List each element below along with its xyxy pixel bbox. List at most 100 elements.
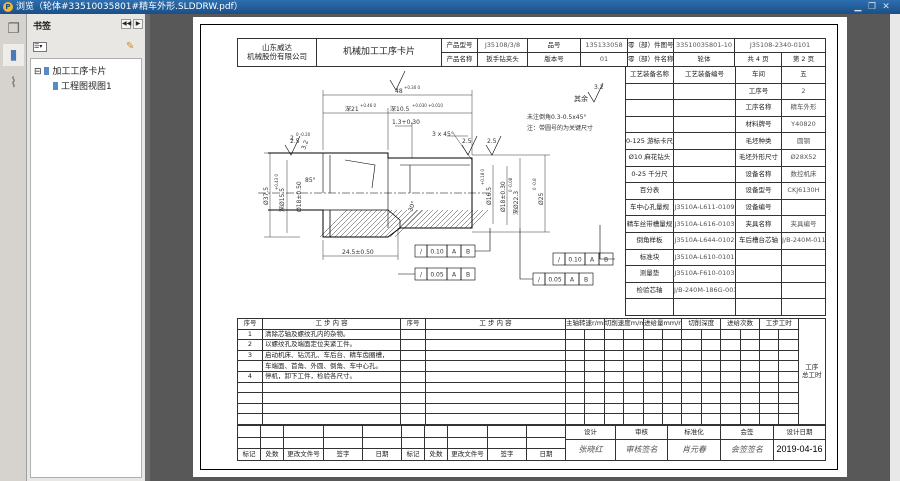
table-row: 3 启动机床、钻沉孔、车后台、精车齿圈槽， bbox=[237, 349, 826, 362]
table-cell bbox=[681, 339, 702, 351]
table-cell bbox=[758, 402, 780, 415]
table-cell: 数控机床 bbox=[781, 165, 826, 184]
table-cell bbox=[642, 392, 663, 404]
table-cell bbox=[603, 339, 625, 351]
table-cell bbox=[739, 402, 760, 415]
step-number: 3 bbox=[237, 349, 263, 362]
table-cell bbox=[700, 392, 722, 404]
signoff-label: 会签 bbox=[720, 425, 774, 440]
table-cell bbox=[623, 392, 644, 404]
header-cell: 车间 bbox=[735, 66, 782, 84]
header-no: 序号 bbox=[237, 318, 263, 330]
card-title: 机械加工工序卡片 bbox=[316, 38, 442, 67]
restore-button[interactable]: ❐ bbox=[866, 1, 878, 13]
table-cell bbox=[323, 436, 363, 450]
expand-right-icon[interactable]: ▶ bbox=[133, 19, 143, 29]
table-cell bbox=[700, 381, 722, 394]
table-cell bbox=[400, 328, 426, 341]
title-block: 山东威达 机械股份有限公司 机械加工工序卡片 产品型号 J35108/3/8 品… bbox=[237, 38, 826, 67]
table-cell bbox=[778, 349, 799, 362]
panel-title: 书签 bbox=[33, 22, 52, 32]
page-number: 第 2 页 bbox=[781, 52, 826, 67]
bookmark-tree: ⊟ 加工工序卡片 工程图视图1 bbox=[30, 58, 142, 478]
table-cell: 倒角样板 bbox=[625, 231, 674, 250]
table-cell: 2 bbox=[781, 82, 826, 101]
table-row: 标准块 J3510A-L610-0101 bbox=[625, 248, 826, 267]
table-cell bbox=[778, 339, 799, 351]
table-cell bbox=[661, 381, 683, 394]
table-cell bbox=[758, 339, 780, 351]
table-cell: 设备名称 bbox=[735, 165, 782, 184]
table-cell bbox=[681, 402, 702, 415]
table-cell: 精车外形 bbox=[781, 99, 826, 117]
table-cell: 圆钢 bbox=[781, 132, 826, 150]
table-cell bbox=[720, 360, 741, 372]
table-cell bbox=[778, 413, 799, 425]
table-cell bbox=[681, 328, 702, 341]
panel-splitter[interactable] bbox=[145, 14, 150, 481]
table-cell bbox=[673, 165, 736, 184]
collapse-left-icon[interactable]: ◀◀ bbox=[121, 19, 131, 29]
step-content: 启动机床、钻沉孔、车后台、精车齿圈槽， bbox=[262, 349, 401, 362]
table-cell bbox=[700, 402, 722, 415]
table-cell bbox=[739, 328, 760, 341]
table-row: 车端面、首角、外圆、倒角、车中心孔。 bbox=[237, 360, 826, 372]
table-cell bbox=[425, 392, 566, 404]
table-cell bbox=[720, 370, 741, 383]
version: 01 bbox=[580, 52, 628, 67]
label: 产品名称 bbox=[441, 52, 478, 67]
table-cell bbox=[564, 349, 586, 362]
table-cell: 车中心孔量规 bbox=[625, 198, 674, 217]
label: 产品型号 bbox=[441, 38, 478, 53]
collapse-toggle-icon[interactable]: ⊟ bbox=[34, 67, 42, 77]
signature-row: 张晓红 审核签名 肖元春 会签签名 2019-04-16 bbox=[565, 439, 826, 461]
table-cell bbox=[720, 381, 741, 394]
table-row: 4 停机，卸下工件，检验各尺寸。 bbox=[237, 370, 826, 383]
label: 版本号 bbox=[527, 52, 581, 67]
table-cell bbox=[424, 436, 448, 450]
table-header-row: 工艺装备名称 工艺装备编号 车间五 bbox=[625, 66, 826, 84]
vertical-scrollbar[interactable] bbox=[890, 14, 900, 481]
pages-icon[interactable]: ❐ bbox=[3, 18, 24, 40]
table-cell bbox=[623, 328, 644, 341]
table-cell bbox=[425, 402, 566, 415]
table-cell: CKJ6130H bbox=[781, 182, 826, 200]
table-cell bbox=[564, 413, 586, 425]
table-cell bbox=[584, 349, 605, 362]
attachments-paperclip-icon[interactable]: ⌇ bbox=[3, 72, 24, 94]
bookmarks-icon[interactable]: ▮ bbox=[3, 44, 24, 66]
table-row: Ø10 麻花钻头 毛坯外形尺寸 Ø28X52 bbox=[625, 148, 826, 167]
revision-label: 签字 bbox=[323, 448, 363, 461]
table-cell bbox=[642, 370, 663, 383]
table-cell bbox=[681, 413, 702, 425]
table-row: 倒角样板J3510A-L644-0102车后槽台芯轴J/B-240M-011-0… bbox=[625, 231, 826, 250]
minimize-button[interactable]: ▁ bbox=[852, 1, 864, 13]
table-cell bbox=[400, 402, 426, 415]
revision-label: 处数 bbox=[260, 448, 284, 461]
table-row: 测量垫 J3510A-F610-0103 bbox=[625, 265, 826, 283]
step-content bbox=[262, 402, 401, 415]
table-cell bbox=[564, 381, 586, 394]
options-dropdown-icon[interactable]: ☰▾ bbox=[33, 42, 47, 52]
revision-label: 日期 bbox=[526, 448, 566, 461]
app-logo-icon: P bbox=[3, 2, 13, 12]
bookmark-item-drawing-view[interactable]: 工程图视图1 bbox=[53, 79, 112, 92]
table-cell bbox=[260, 425, 284, 438]
new-bookmark-icon[interactable]: ✎ bbox=[126, 41, 134, 52]
close-button[interactable]: ✕ bbox=[880, 1, 892, 13]
bookmark-item-process-card[interactable]: ⊟ 加工工序卡片 bbox=[34, 64, 106, 77]
table-cell bbox=[237, 425, 261, 438]
table-cell: J3510A-L611-0109 bbox=[673, 198, 736, 217]
table-cell: 车后槽台芯轴 bbox=[735, 231, 782, 250]
revision-label: 日期 bbox=[362, 448, 402, 461]
table-cell bbox=[623, 360, 644, 372]
table-cell bbox=[526, 436, 566, 450]
revision-label: 处数 bbox=[424, 448, 448, 461]
table-cell bbox=[526, 425, 566, 438]
table-row: 1 清除芯轴及螺纹孔内的杂物。 bbox=[237, 328, 826, 341]
revision-label: 更改文件号 bbox=[447, 448, 488, 461]
table-row bbox=[237, 413, 826, 425]
table-cell: 设备型号 bbox=[735, 182, 782, 200]
step-number: 4 bbox=[237, 370, 263, 383]
table-cell bbox=[425, 413, 566, 425]
